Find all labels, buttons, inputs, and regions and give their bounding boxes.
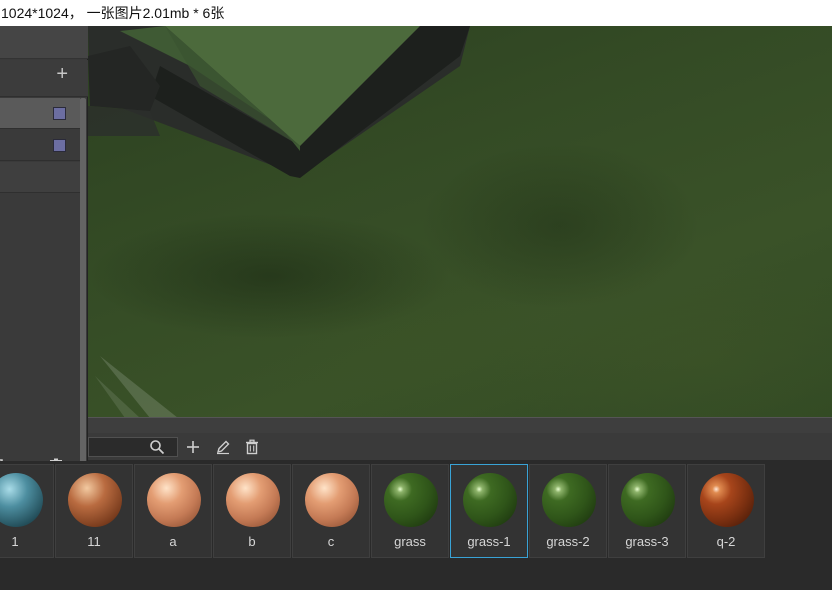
material-preview-sphere xyxy=(700,473,754,527)
material-preview-sphere xyxy=(463,473,517,527)
color-swatch[interactable] xyxy=(53,139,66,152)
material-label: 11 xyxy=(87,534,101,549)
scene-viewport[interactable] xyxy=(0,26,832,418)
viewport-divider[interactable] xyxy=(0,417,832,433)
panel-scrollbar[interactable] xyxy=(80,98,86,494)
pencil-icon[interactable] xyxy=(215,439,231,455)
material-preview-sphere xyxy=(384,473,438,527)
caption-text: 1024*1024， 一张图片2.01mb * 6张 xyxy=(0,0,832,26)
material-tile[interactable]: a xyxy=(134,464,212,558)
material-label: 1 xyxy=(11,534,19,549)
material-preview-sphere xyxy=(68,473,122,527)
search-icon[interactable] xyxy=(149,439,165,455)
material-preview-sphere xyxy=(226,473,280,527)
material-label: q-2 xyxy=(716,534,736,549)
material-label: b xyxy=(248,534,256,549)
color-swatch[interactable] xyxy=(53,107,66,120)
panel-row[interactable] xyxy=(0,162,80,193)
add-material-button[interactable] xyxy=(185,439,201,455)
add-layer-button[interactable]: + xyxy=(56,64,68,84)
material-library: 1 11 a b c grass grass-1 grass-2 grass-3 q-2 xyxy=(0,461,832,590)
layer-panel: + xyxy=(0,26,88,494)
material-tile[interactable]: b xyxy=(213,464,291,558)
material-tile[interactable]: grass-1 xyxy=(450,464,528,558)
material-tile[interactable]: grass xyxy=(371,464,449,558)
asset-toolbar xyxy=(88,433,832,461)
material-preview-sphere xyxy=(147,473,201,527)
panel-header xyxy=(0,26,88,59)
material-preview-sphere xyxy=(542,473,596,527)
material-label: c xyxy=(327,534,335,549)
material-tile[interactable]: 1 xyxy=(0,464,54,558)
material-preview-sphere xyxy=(305,473,359,527)
scene-geometry xyxy=(88,26,470,418)
material-label: a xyxy=(169,534,177,549)
material-label: grass-3 xyxy=(625,534,669,549)
material-label: grass-2 xyxy=(546,534,590,549)
panel-row[interactable] xyxy=(0,130,80,161)
material-tile[interactable]: grass-2 xyxy=(529,464,607,558)
material-tile[interactable]: q-2 xyxy=(687,464,765,558)
material-preview-sphere xyxy=(0,473,43,527)
panel-row[interactable] xyxy=(0,98,80,129)
material-tile[interactable]: 11 xyxy=(55,464,133,558)
material-tile[interactable]: grass-3 xyxy=(608,464,686,558)
material-preview-sphere xyxy=(621,473,675,527)
material-label: grass xyxy=(394,534,426,549)
material-tile[interactable]: c xyxy=(292,464,370,558)
material-label: grass-1 xyxy=(467,534,511,549)
panel-subheader: + xyxy=(0,60,88,97)
trash-icon[interactable] xyxy=(244,439,260,455)
